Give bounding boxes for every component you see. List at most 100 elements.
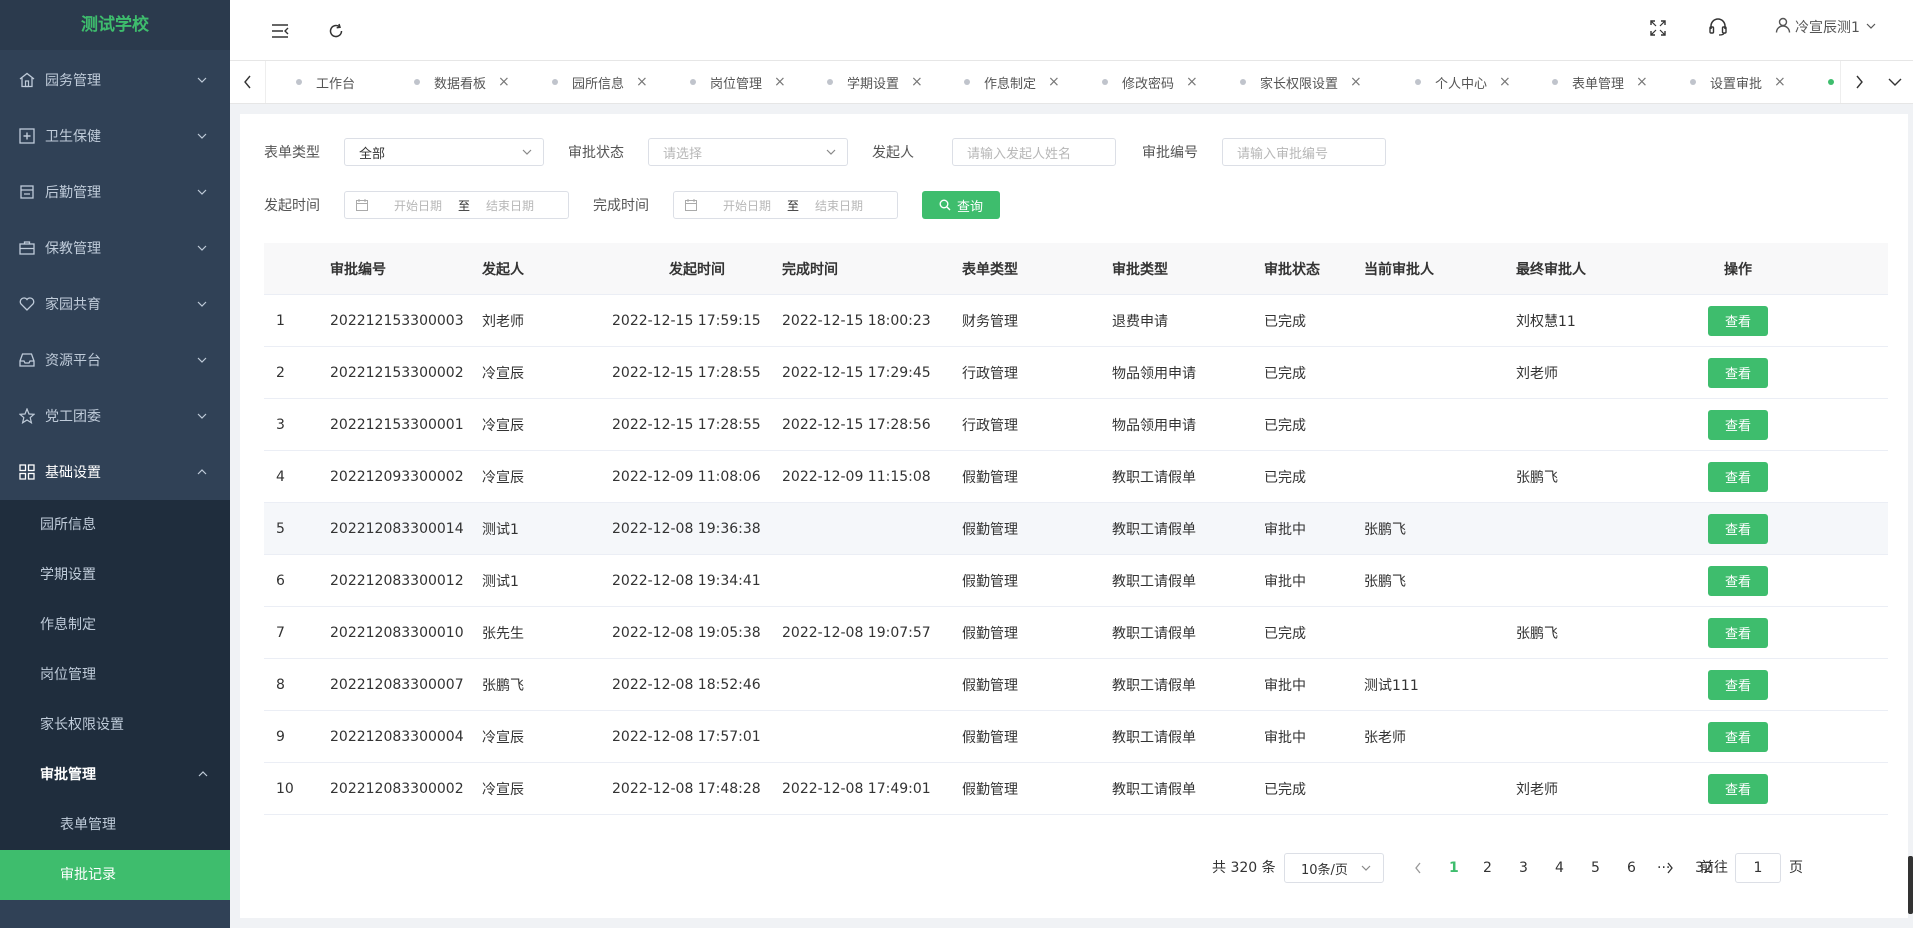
prev-page-icon[interactable] — [1408, 853, 1428, 883]
sidebar-menu-3[interactable]: 后勤管理 — [0, 164, 230, 220]
view-button[interactable]: 查看 — [1708, 409, 1768, 440]
tabs-scroll-right-icon[interactable] — [1840, 61, 1876, 103]
search-button[interactable]: 查询 — [922, 191, 1000, 219]
close-icon[interactable]: × — [911, 74, 923, 90]
date-separator: 至 — [786, 198, 799, 213]
sidebar-menu-4[interactable]: 保教管理 — [0, 220, 230, 276]
done-time-range[interactable]: 开始日期 至 结束日期 — [673, 191, 898, 219]
page-number[interactable]: 6 — [1627, 853, 1636, 883]
approval-status-select[interactable]: 请选择 — [648, 138, 848, 166]
fullscreen-icon[interactable] — [1648, 18, 1668, 38]
approval-status-label: 审批状态 — [568, 145, 624, 161]
sidebar-item-approval-records[interactable]: 审批记录 — [0, 850, 230, 900]
page-number[interactable]: 2 — [1483, 853, 1492, 883]
sidebar-menu-1[interactable]: 园务管理 — [0, 52, 230, 108]
tab-label: 个人中心 — [1435, 76, 1488, 92]
start-time-range[interactable]: 开始日期 至 结束日期 — [344, 191, 569, 219]
tab-5[interactable]: 学期设置 × — [827, 61, 923, 103]
view-button[interactable]: 查看 — [1708, 721, 1768, 752]
cell-start-time: 2022-12-15 17:59:15 — [612, 312, 761, 329]
goto-page-input[interactable]: 1 — [1735, 853, 1781, 883]
tab-10[interactable]: 表单管理 × — [1552, 61, 1648, 103]
initiator-input[interactable]: 请输入发起人姓名 — [952, 138, 1116, 166]
cell-status: 已完成 — [1264, 365, 1306, 382]
tab-3[interactable]: 园所信息 × — [552, 61, 648, 103]
sidebar-item-positions[interactable]: 岗位管理 — [0, 650, 230, 700]
close-icon[interactable]: × — [1774, 74, 1786, 90]
tab-1[interactable]: 工作台 — [296, 61, 355, 103]
tabs-dropdown-icon[interactable] — [1876, 61, 1913, 103]
view-button[interactable]: 查看 — [1708, 461, 1768, 492]
tab-6[interactable]: 作息制定 × — [964, 61, 1060, 103]
next-page-icon[interactable] — [1660, 853, 1680, 883]
sidebar-menu-label: 后勤管理 — [45, 185, 101, 201]
sidebar-menu-2[interactable]: 卫生保健 — [0, 108, 230, 164]
view-button[interactable]: 查看 — [1708, 617, 1768, 648]
top-header: 冷宣辰测1 — [230, 0, 1913, 60]
approval-no-input[interactable]: 请输入审批编号 — [1222, 138, 1386, 166]
tab-8[interactable]: 家长权限设置 × — [1240, 61, 1362, 103]
inbox-icon — [18, 351, 36, 369]
close-icon[interactable]: × — [1186, 74, 1198, 90]
approval-status-placeholder: 请选择 — [663, 146, 703, 162]
cell-initiator: 刘老师 — [482, 313, 524, 330]
close-icon[interactable]: × — [1636, 74, 1648, 90]
sidebar-item-form-management[interactable]: 表单管理 — [0, 800, 230, 850]
cell-approval-type: 退费申请 — [1112, 313, 1168, 330]
page-number[interactable]: 1 — [1449, 853, 1459, 883]
cell-row-index: 9 — [276, 728, 285, 745]
close-icon[interactable]: × — [1048, 74, 1060, 90]
calendar-icon — [684, 198, 698, 212]
star-icon — [18, 407, 36, 425]
sidebar-menu-6[interactable]: 资源平台 — [0, 332, 230, 388]
cell-approval-no: 202212083300012 — [330, 572, 464, 589]
chevron-down-icon — [196, 186, 208, 198]
cell-approval-no: 202212083300004 — [330, 728, 464, 745]
close-icon[interactable]: × — [636, 74, 648, 90]
sidebar-item-schedule[interactable]: 作息制定 — [0, 600, 230, 650]
tabs-scroll-left-icon[interactable] — [230, 61, 266, 103]
tab-label: 作息制定 — [984, 76, 1037, 92]
form-type-select[interactable]: 全部 — [344, 138, 544, 166]
user-menu[interactable]: 冷宣辰测1 — [1775, 17, 1876, 37]
view-button[interactable]: 查看 — [1708, 565, 1768, 596]
form-type-label: 表单类型 — [264, 145, 320, 161]
tab-11[interactable]: 设置审批 × — [1690, 61, 1786, 103]
tab-2[interactable]: 数据看板 × — [414, 61, 510, 103]
close-icon[interactable]: × — [1499, 74, 1511, 90]
view-button[interactable]: 查看 — [1708, 305, 1768, 336]
close-icon[interactable]: × — [498, 74, 510, 90]
cell-approval-type: 教职工请假单 — [1112, 469, 1196, 486]
view-button[interactable]: 查看 — [1708, 669, 1768, 700]
close-icon[interactable]: × — [774, 74, 786, 90]
cell-form-type: 假勤管理 — [962, 625, 1018, 642]
sidebar-menu-8[interactable]: 基础设置 — [0, 444, 230, 500]
tab-12[interactable]: 审批 — [1828, 61, 1840, 103]
total-count: 共 320 条 — [1212, 860, 1276, 876]
tab-label: 学期设置 — [847, 76, 900, 92]
view-button[interactable]: 查看 — [1708, 357, 1768, 388]
sidebar-item-parent-permissions[interactable]: 家长权限设置 — [0, 700, 230, 750]
page-size-select[interactable]: 10条/页 — [1284, 853, 1384, 883]
view-button[interactable]: 查看 — [1708, 773, 1768, 804]
tab-label: 表单管理 — [1572, 76, 1625, 92]
page-number[interactable]: 5 — [1591, 853, 1600, 883]
sidebar-item-campus-info[interactable]: 园所信息 — [0, 500, 230, 550]
tab-9[interactable]: 个人中心 × — [1415, 61, 1511, 103]
page-number[interactable]: 4 — [1555, 853, 1564, 883]
cell-status: 审批中 — [1264, 521, 1306, 538]
refresh-icon[interactable] — [326, 21, 346, 41]
sidebar-item-semester-settings[interactable]: 学期设置 — [0, 550, 230, 600]
tab-7[interactable]: 修改密码 × — [1102, 61, 1198, 103]
tab-4[interactable]: 岗位管理 × — [690, 61, 786, 103]
sidebar-menu-5[interactable]: 家园共育 — [0, 276, 230, 332]
view-button[interactable]: 查看 — [1708, 513, 1768, 544]
sidebar-item-approval-management[interactable]: 审批管理 — [0, 750, 230, 800]
headset-icon[interactable] — [1708, 17, 1728, 37]
tab-status-dot — [552, 79, 558, 85]
sidebar-menu-7[interactable]: 党工团委 — [0, 388, 230, 444]
page-number[interactable]: 3 — [1519, 853, 1528, 883]
collapse-menu-icon[interactable] — [270, 21, 290, 41]
page-scrollbar[interactable] — [1908, 856, 1913, 914]
close-icon[interactable]: × — [1350, 74, 1362, 90]
